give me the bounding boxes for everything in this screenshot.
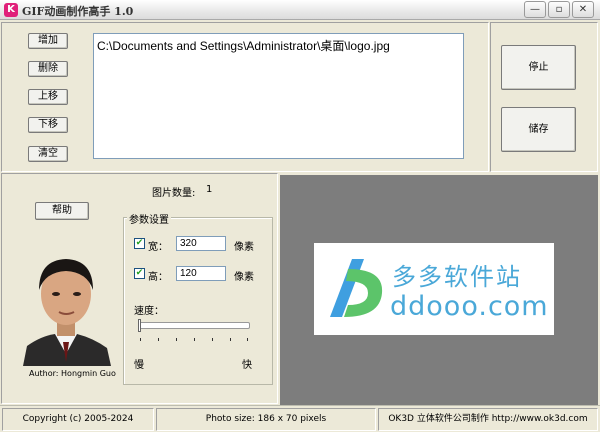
move-down-button[interactable]: 下移	[28, 117, 68, 133]
logo-english-text: ddooo.com	[390, 291, 549, 322]
height-checkbox[interactable]: ✔	[134, 268, 145, 279]
slider-tick	[140, 338, 141, 341]
slider-tick	[230, 338, 231, 341]
ddooo-logo-icon	[330, 259, 383, 317]
image-count-label: 图片数量:	[152, 188, 196, 199]
clear-button[interactable]: 清空	[28, 146, 68, 162]
height-unit: 像素	[234, 272, 254, 283]
width-label: 宽：	[148, 242, 168, 253]
params-group-title: 参数设置	[127, 211, 171, 226]
width-unit: 像素	[234, 242, 254, 253]
close-button[interactable]: ✕	[572, 1, 594, 18]
help-button[interactable]: 帮助	[35, 202, 89, 220]
maximize-button[interactable]: ▫	[548, 1, 570, 18]
speed-fast-label: 快	[242, 360, 252, 371]
height-input[interactable]: 120	[176, 266, 226, 281]
speed-slider-thumb[interactable]	[138, 319, 141, 332]
delete-button[interactable]: 删除	[28, 61, 68, 77]
speed-slow-label: 慢	[134, 360, 144, 371]
save-button[interactable]: 储存	[501, 107, 576, 152]
status-maker: OK3D 立体软件公司制作 http://www.ok3d.com	[378, 408, 598, 431]
status-copyright: Copyright (c) 2005-2024	[2, 408, 154, 431]
slider-tick	[212, 338, 213, 341]
preview-area: 多多软件站 ddooo.com	[280, 175, 598, 405]
author-photo	[21, 250, 111, 366]
app-icon: K	[4, 3, 18, 17]
status-bar: Copyright (c) 2005-2024 Photo size: 186 …	[0, 405, 600, 432]
stop-button[interactable]: 停止	[501, 45, 576, 90]
height-label: 高：	[148, 272, 168, 283]
width-checkbox[interactable]: ✔	[134, 238, 145, 249]
logo-chinese-text: 多多软件站	[392, 263, 522, 291]
slider-tick	[158, 338, 159, 341]
title-bar[interactable]: K GIF动画制作高手 1.0 — ▫ ✕	[0, 0, 600, 20]
status-photo-size: Photo size: 186 x 70 pixels	[156, 408, 376, 431]
speed-label: 速度：	[134, 306, 164, 317]
preview-image: 多多软件站 ddooo.com	[314, 243, 554, 335]
slider-tick	[194, 338, 195, 341]
list-item[interactable]: C:\Documents and Settings\Administrator\…	[97, 37, 460, 54]
window-title: GIF动画制作高手 1.0	[22, 5, 134, 18]
width-input[interactable]: 320	[176, 236, 226, 251]
file-list[interactable]: C:\Documents and Settings\Administrator\…	[93, 33, 464, 159]
add-button[interactable]: 增加	[28, 33, 68, 49]
minimize-button[interactable]: —	[524, 1, 546, 18]
image-count-value: 1	[206, 184, 213, 195]
slider-tick	[176, 338, 177, 341]
move-up-button[interactable]: 上移	[28, 89, 68, 105]
speed-slider-track[interactable]	[138, 322, 250, 329]
author-caption: Author: Hongmin Guo	[29, 369, 116, 378]
slider-tick	[247, 338, 248, 341]
